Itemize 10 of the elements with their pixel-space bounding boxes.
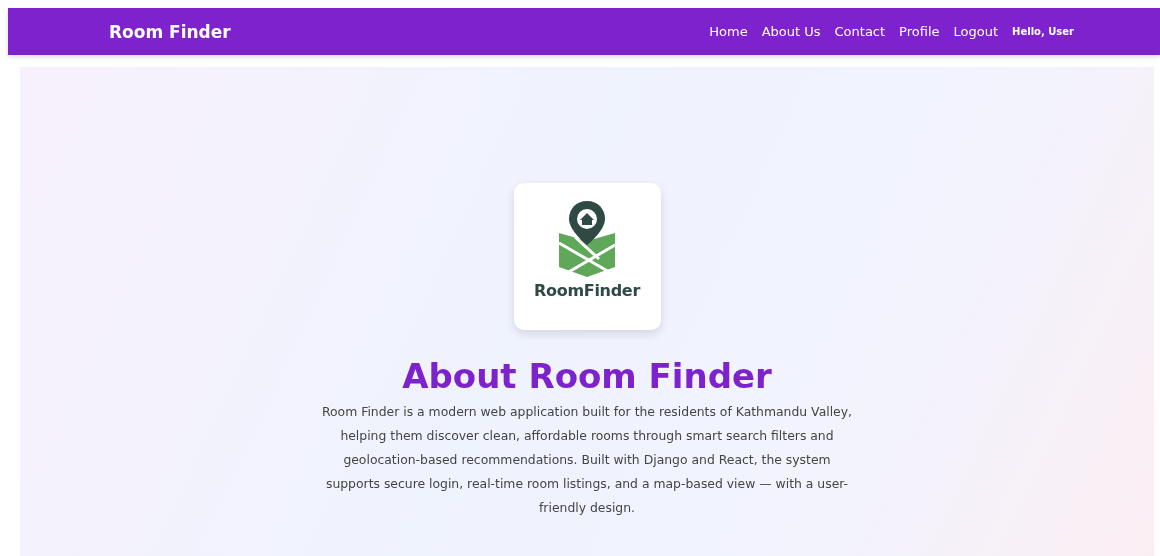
nav-link[interactable]: About Us bbox=[761, 24, 821, 39]
nav-link[interactable]: Logout bbox=[953, 24, 999, 39]
brand-title[interactable]: Room Finder bbox=[109, 21, 231, 42]
page-title: About Room Finder bbox=[402, 356, 772, 396]
nav-link[interactable]: Home bbox=[709, 24, 748, 39]
nav-link[interactable]: Profile bbox=[899, 24, 940, 39]
nav-link[interactable]: Contact bbox=[834, 24, 886, 39]
description: Room Finder is a modern web application built for the residents of Kathmandu Valley, helping them discover clean, affordable rooms through smart search filters and geolocation-based recommendations. Built with Django and React, the system supports secure login, real-time room listings, and a map-based view — with a user-friendly design. bbox=[321, 403, 853, 517]
user-greeting: Hello, User bbox=[1012, 26, 1074, 37]
logo-text: RoomFinder bbox=[534, 281, 640, 300]
